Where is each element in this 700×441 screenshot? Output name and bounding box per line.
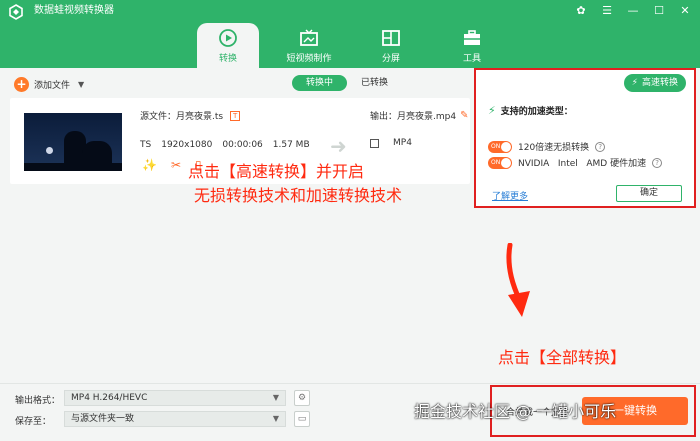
high-speed-label: 高速转换	[641, 78, 678, 88]
output-file: 输出：月亮夜景.mp4 ✎	[370, 109, 468, 122]
file-duration: 00:00:06	[222, 140, 263, 150]
minimize-button[interactable]: —	[626, 3, 640, 17]
option-hardware: ON NVIDIA Intel AMD 硬件加速 ?	[488, 156, 663, 169]
save-to-select[interactable]: 与源文件夹一致 ▼	[64, 411, 286, 427]
tab-split-screen[interactable]: 分屏	[360, 23, 422, 68]
bolt-icon: ⚡	[488, 104, 496, 117]
scissors-icon[interactable]: ✂	[171, 158, 181, 172]
status-tabs: 转换中 已转换	[292, 75, 402, 91]
app-header: 数据蛙视频转换器 ✿ ☰ — ☐ ✕ 转换 短视频制作 分屏 工具	[0, 0, 700, 68]
save-to-label: 保存至：	[15, 417, 52, 427]
output-file-label: 输出：月亮夜景.mp4	[370, 112, 457, 122]
annotation-arrow-icon	[506, 243, 530, 317]
hardware-toggle[interactable]: ON	[488, 156, 512, 169]
add-file-button[interactable]: + 添加文件 ▼	[14, 77, 84, 92]
save-to-select-value: 与源文件夹一致	[71, 414, 135, 424]
option-lossless: ON 120倍速无损转换 ?	[488, 140, 606, 153]
file-size: 1.57 MB	[272, 140, 310, 150]
tab-converted[interactable]: 已转换	[347, 75, 402, 91]
bolt-icon: ⚡	[631, 78, 638, 88]
popup-title-text: 支持的加速类型：	[500, 107, 573, 117]
video-thumbnail[interactable]	[24, 113, 122, 171]
window-controls: ✿ ☰ — ☐ ✕	[574, 3, 692, 17]
arrow-right-icon: ➜	[330, 134, 347, 158]
output-format-select[interactable]: MP4 H.264/HEVC ▼	[64, 390, 286, 406]
watermark: 掘金技术社区 @ 一罐小可乐	[414, 402, 617, 421]
popup-title: ⚡ 支持的加速类型：	[488, 104, 573, 117]
rename-icon[interactable]: T	[230, 110, 241, 121]
option-hardware-label: NVIDIA Intel AMD 硬件加速	[518, 159, 647, 169]
chevron-down-icon: ▼	[272, 393, 279, 402]
file-format: TS	[140, 140, 152, 150]
help-icon[interactable]: ?	[595, 141, 606, 152]
folder-icon[interactable]: ▭	[294, 411, 310, 427]
plus-icon: +	[14, 77, 29, 92]
ground-shape	[24, 163, 122, 171]
annotation-line-2: 无损转换技术和加速转换技术	[194, 186, 403, 205]
file-meta: TS 1920x1080 00:00:06 1.57 MB	[140, 140, 310, 150]
toolbox-icon	[464, 30, 480, 45]
effects-icon[interactable]: ✨	[142, 158, 157, 172]
high-speed-popup: ⚡ 高速转换 ⚡ 支持的加速类型： ON 120倍速无损转换 ? ON NVID…	[474, 68, 696, 208]
app-logo-icon	[9, 4, 23, 20]
tab-short-video-label: 短视频制作	[286, 54, 332, 64]
tv-icon	[300, 29, 318, 46]
tab-convert-label: 转换	[218, 54, 237, 64]
annotation-convert-all: 点击【全部转换】	[498, 348, 627, 367]
settings-icon[interactable]: ⚙	[294, 390, 310, 406]
output-format-label: 输出格式：	[15, 396, 61, 406]
film-icon	[370, 138, 379, 148]
maximize-button[interactable]: ☐	[652, 3, 666, 17]
learn-more-link[interactable]: 了解更多	[492, 189, 528, 202]
tab-tools[interactable]: 工具	[441, 23, 503, 68]
tab-split-screen-label: 分屏	[381, 54, 400, 64]
edit-icon[interactable]: ✎	[460, 110, 468, 121]
file-resolution: 1920x1080	[161, 140, 213, 150]
annotation-line-1: 点击【高速转换】并开启	[188, 162, 365, 181]
tab-short-video[interactable]: 短视频制作	[278, 23, 340, 68]
source-file: 源文件：月亮夜景.ts T	[140, 109, 241, 122]
tab-convert[interactable]: 转换	[197, 23, 259, 68]
convert-icon	[219, 29, 237, 47]
lossless-toggle[interactable]: ON	[488, 140, 512, 153]
output-format-select-value: MP4 H.264/HEVC	[71, 393, 148, 403]
help-icon[interactable]: ?	[652, 157, 663, 168]
moon-shape	[46, 147, 53, 154]
close-button[interactable]: ✕	[678, 3, 692, 17]
source-file-label: 源文件：月亮夜景.ts	[140, 112, 224, 122]
chevron-down-icon[interactable]: ▼	[78, 80, 84, 89]
split-screen-icon	[382, 30, 400, 46]
annotation-instruction: 点击【高速转换】并开启 无损转换技术和加速转换技术	[188, 160, 402, 208]
output-format-value: MP4	[393, 138, 412, 148]
add-file-label: 添加文件	[34, 81, 71, 91]
option-lossless-label: 120倍速无损转换	[518, 143, 590, 153]
tab-tools-label: 工具	[462, 54, 481, 64]
menu-icon[interactable]: ☰	[600, 3, 614, 17]
theme-icon[interactable]: ✿	[574, 3, 588, 17]
app-title: 数据蛙视频转换器	[34, 5, 114, 16]
high-speed-button[interactable]: ⚡ 高速转换	[623, 74, 686, 92]
ok-button[interactable]: 确定	[616, 185, 682, 202]
tab-converting[interactable]: 转换中	[292, 75, 348, 91]
chevron-down-icon: ▼	[272, 414, 279, 423]
